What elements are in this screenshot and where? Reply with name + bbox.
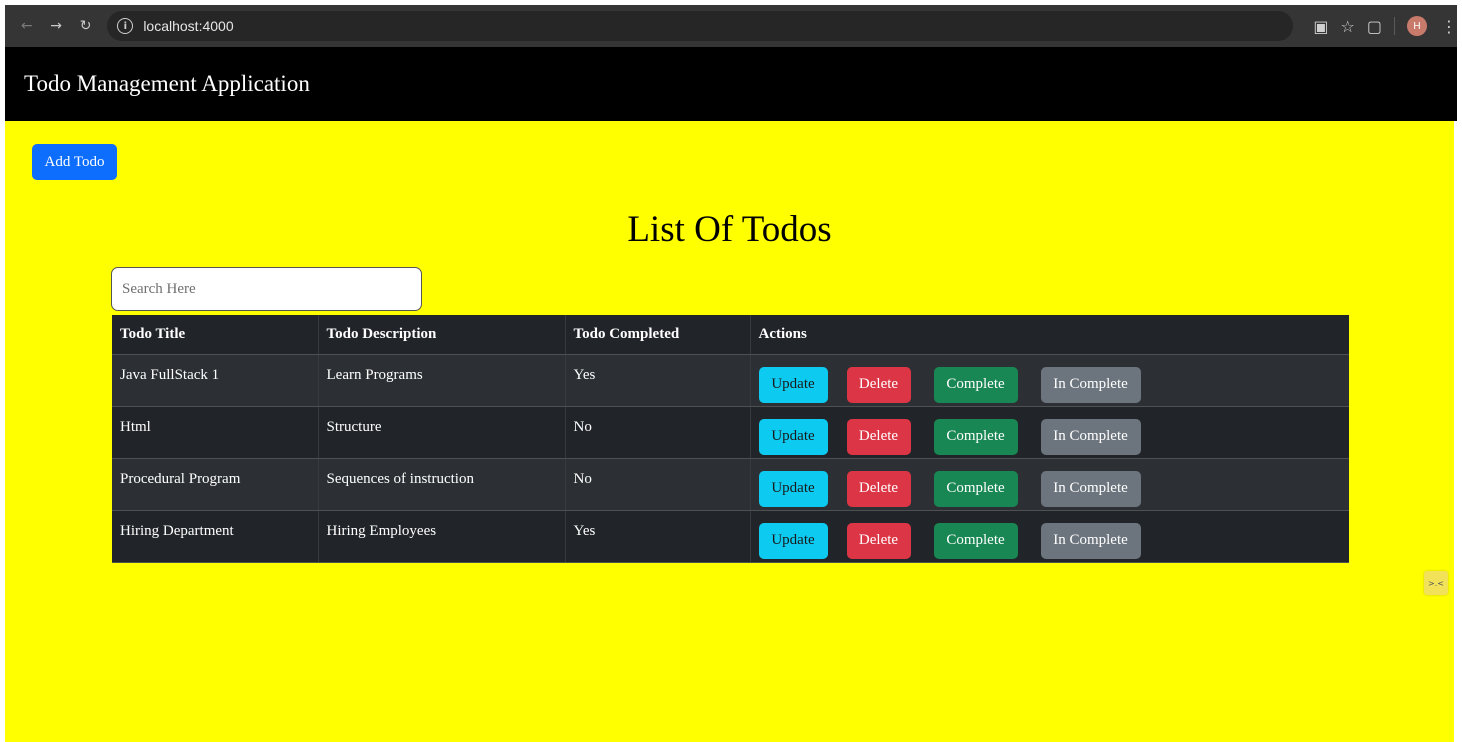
reload-icon[interactable]: ↻ (76, 16, 95, 36)
menu-icon[interactable]: ⋮ (1441, 17, 1457, 36)
delete-button[interactable]: Delete (846, 418, 911, 455)
add-todo-button[interactable]: Add Todo (32, 144, 117, 180)
back-icon[interactable]: ← (17, 16, 36, 36)
app-header: Todo Management Application (5, 47, 1457, 121)
column-header-title: Todo Title (112, 315, 319, 355)
todo-completed-cell: No (565, 458, 751, 511)
update-button[interactable]: Update (758, 418, 828, 455)
app-title: Todo Management Application (24, 71, 310, 96)
todo-description-cell: Sequences of instruction (318, 458, 566, 511)
main-content: Add Todo List Of Todos Todo Title Todo D… (5, 121, 1454, 742)
address-bar[interactable]: i localhost:4000 (107, 11, 1294, 41)
todo-completed-cell: Yes (565, 354, 751, 407)
todo-title-cell: Java FullStack 1 (112, 354, 319, 407)
toolbar-divider (1394, 17, 1395, 35)
table-header-row: Todo Title Todo Description Todo Complet… (112, 315, 1349, 355)
delete-button[interactable]: Delete (846, 522, 911, 559)
actions-cell: Update Delete Complete In Complete (750, 458, 1349, 511)
todo-table: Todo Title Todo Description Todo Complet… (112, 315, 1349, 563)
complete-button[interactable]: Complete (933, 470, 1018, 507)
todo-description-cell: Structure (318, 406, 566, 459)
table-row: Hiring Department Hiring Employees Yes U… (112, 510, 1349, 563)
table-row: Html Structure No Update Delete Complete In… (112, 406, 1349, 459)
delete-button[interactable]: Delete (846, 366, 911, 403)
todo-completed-cell: No (565, 406, 751, 459)
delete-button[interactable]: Delete (846, 470, 911, 507)
star-icon[interactable]: ☆ (1341, 17, 1355, 36)
search-input[interactable] (111, 267, 422, 311)
column-header-actions: Actions (750, 315, 1349, 355)
todo-description-cell: Hiring Employees (318, 510, 566, 563)
actions-cell: Update Delete Complete In Complete (750, 354, 1349, 407)
translate-icon[interactable]: ▣ (1313, 17, 1328, 36)
page-title: List Of Todos (627, 209, 832, 250)
incomplete-button[interactable]: In Complete (1040, 418, 1141, 455)
actions-cell: Update Delete Complete In Complete (750, 406, 1349, 459)
actions-cell: Update Delete Complete In Complete (750, 510, 1349, 563)
complete-button[interactable]: Complete (933, 418, 1018, 455)
incomplete-button[interactable]: In Complete (1040, 366, 1141, 403)
column-header-description: Todo Description (318, 315, 566, 355)
todo-title-cell: Hiring Department (112, 510, 319, 563)
forward-icon[interactable]: → (46, 16, 65, 36)
url-text[interactable]: localhost:4000 (143, 18, 233, 34)
todo-title-cell: Procedural Program (112, 458, 319, 511)
todo-title-cell: Html (112, 406, 319, 459)
update-button[interactable]: Update (758, 522, 828, 559)
todo-description-cell: Learn Programs (318, 354, 566, 407)
column-header-completed: Todo Completed (565, 315, 751, 355)
browser-toolbar: ← → ↻ i localhost:4000 ▣ ☆ ▢ H ⋮ (5, 5, 1457, 47)
update-button[interactable]: Update (758, 366, 828, 403)
incomplete-button[interactable]: In Complete (1040, 470, 1141, 507)
table-row: Java FullStack 1 Learn Programs Yes Upda… (112, 354, 1349, 407)
incomplete-button[interactable]: In Complete (1040, 522, 1141, 559)
complete-button[interactable]: Complete (933, 522, 1018, 559)
complete-button[interactable]: Complete (933, 366, 1018, 403)
table-row: Procedural Program Sequences of instruct… (112, 458, 1349, 511)
info-icon[interactable]: i (117, 18, 134, 34)
update-button[interactable]: Update (758, 470, 828, 507)
profile-avatar[interactable]: H (1407, 16, 1427, 36)
extensions-icon[interactable]: ▢ (1367, 17, 1382, 36)
floating-widget-icon[interactable]: >.< (1424, 571, 1448, 595)
todo-completed-cell: Yes (565, 510, 751, 563)
